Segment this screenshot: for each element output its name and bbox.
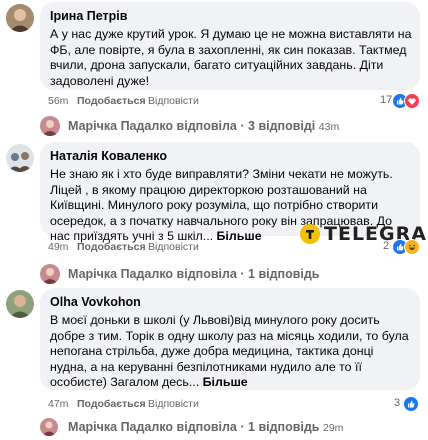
reaction-summary[interactable]: 17 <box>380 93 424 109</box>
like-button[interactable]: Подобається <box>77 398 146 410</box>
reply-count: 3 відповіді <box>248 119 316 133</box>
comment-time[interactable]: 56m <box>48 95 68 107</box>
avatar-image <box>6 144 34 172</box>
reaction-summary[interactable]: 3 <box>394 396 424 412</box>
replies-link[interactable]: Марічка Падалко відповіла · 1 відповідь <box>40 264 340 286</box>
reply-button[interactable]: Відповісти <box>148 398 199 410</box>
replies-link[interactable]: Марічка Падалко відповіла · 3 відповіді … <box>40 116 340 138</box>
reply-author: Марічка Падалко <box>68 119 174 133</box>
avatar[interactable] <box>6 290 34 318</box>
replies-link[interactable]: Марічка Падалко відповіла · 1 відповідь … <box>40 418 344 440</box>
comment-author[interactable]: Наталія Коваленко <box>50 149 167 163</box>
comment-text: В моєї доньки в школі (у Львові)від мину… <box>50 313 412 391</box>
reply-count: 1 відповідь <box>248 267 320 281</box>
comment-bubble: Olha Vovkohon В моєї доньки в школі (у Л… <box>40 288 420 390</box>
comment-bubble: Ірина Петрів А у нас дуже крутий урок. Я… <box>40 2 420 90</box>
reply-time: 29m <box>322 422 344 434</box>
reply-author: Марічка Падалко <box>68 420 174 434</box>
separator: · <box>240 267 245 281</box>
reply-avatar <box>40 116 60 136</box>
reply-avatar <box>40 418 58 436</box>
comment-time[interactable]: 47m <box>48 398 68 410</box>
reply-action: відповіла <box>176 119 237 133</box>
like-icon <box>403 396 419 412</box>
reaction-summary[interactable]: 2 <box>383 239 425 255</box>
reaction-count: 3 <box>394 397 401 409</box>
comment-time[interactable]: 49m <box>48 241 68 253</box>
reply-action: відповіла <box>176 420 237 434</box>
haha-icon <box>404 239 420 255</box>
see-more-link[interactable]: Більше <box>203 375 248 389</box>
reply-action: відповіла <box>176 267 237 281</box>
like-button[interactable]: Подобається <box>77 241 146 253</box>
comment-author[interactable]: Ірина Петрів <box>50 9 127 23</box>
reply-author: Марічка Падалко <box>68 267 174 281</box>
comment-author[interactable]: Olha Vovkohon <box>50 295 141 309</box>
reply-count: 1 відповідь <box>248 420 320 434</box>
telegraf-logo-icon <box>300 224 320 244</box>
reaction-count: 2 <box>383 240 390 252</box>
reply-time: 43m <box>318 121 340 133</box>
like-button[interactable]: Подобається <box>77 95 146 107</box>
comment-body: А у нас дуже крутий урок. Я думаю це не … <box>50 27 412 88</box>
avatar[interactable] <box>6 4 34 32</box>
reaction-count: 17 <box>380 94 393 106</box>
avatar-image <box>6 290 34 318</box>
comment-bubble: Наталія Коваленко Не знаю як і хто буде … <box>40 142 420 243</box>
separator: · <box>240 119 245 133</box>
avatar-image <box>6 4 34 32</box>
avatar[interactable] <box>6 144 34 172</box>
see-more-link[interactable]: Більше <box>217 229 262 243</box>
separator: · <box>240 420 245 434</box>
love-icon <box>404 93 420 109</box>
reply-button[interactable]: Відповісти <box>148 241 199 253</box>
comment-text: А у нас дуже крутий урок. Я думаю це не … <box>50 27 412 89</box>
reply-button[interactable]: Відповісти <box>148 95 199 107</box>
reply-avatar <box>40 264 60 284</box>
